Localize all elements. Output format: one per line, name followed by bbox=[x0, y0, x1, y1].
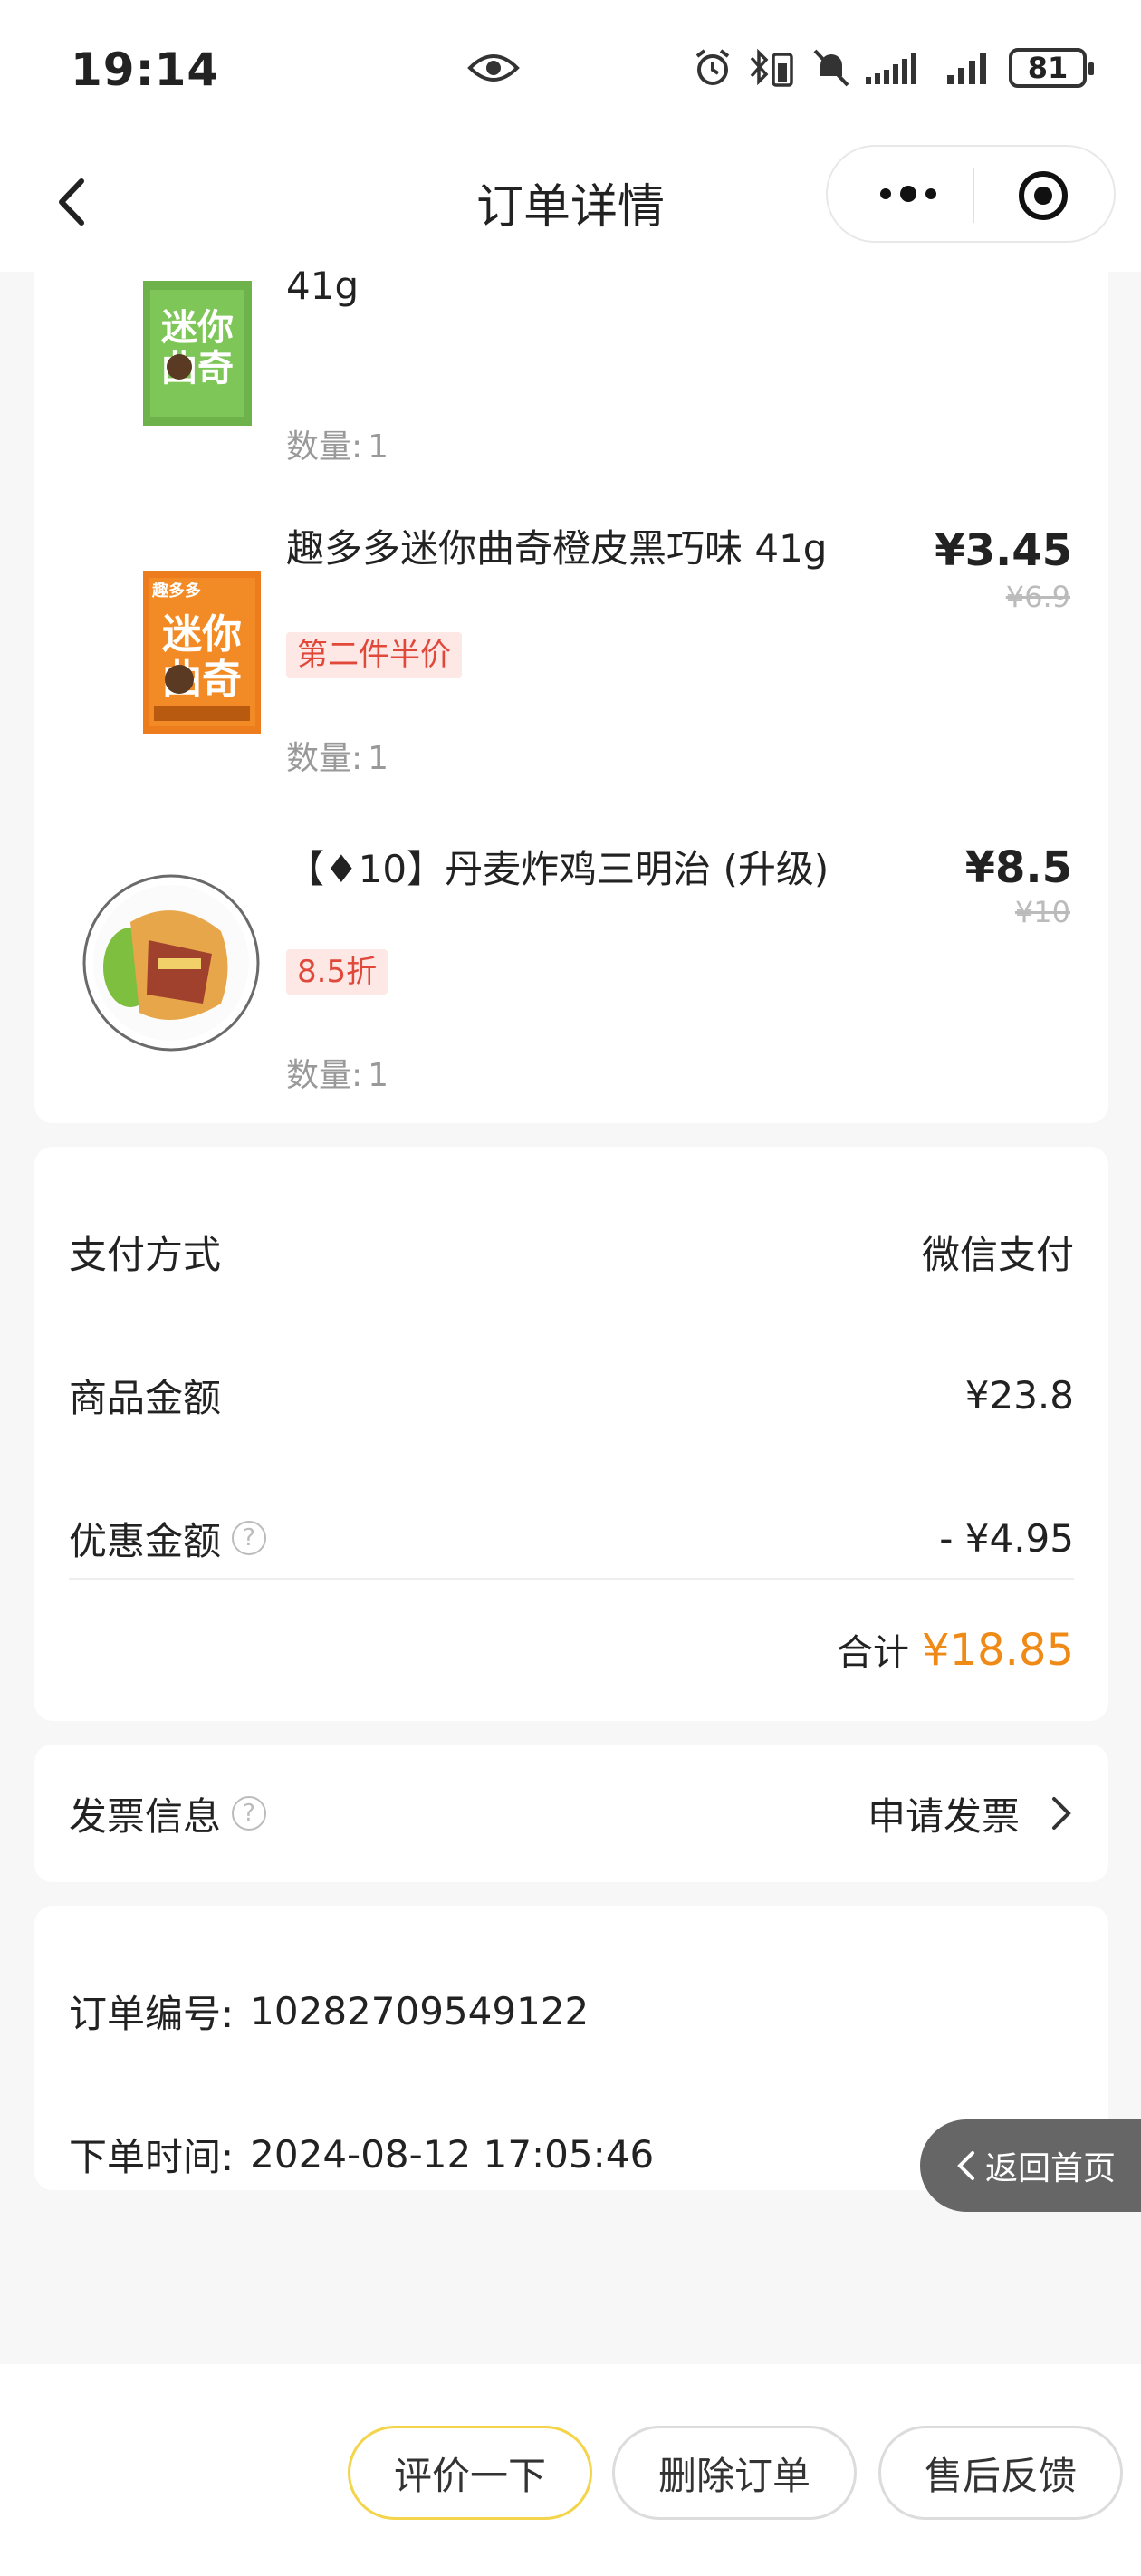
product-name: 趣多多迷你曲奇橙皮黑巧味 41g bbox=[286, 526, 828, 571]
discount-label: 优惠金额 bbox=[69, 1518, 222, 1563]
divider bbox=[69, 1578, 1074, 1580]
order-time-value: 2024-08-12 17:05:46 bbox=[250, 2131, 655, 2177]
goods-amount-row: 商品金额 ¥23.8 bbox=[69, 1359, 1074, 1431]
svg-text:迷你: 迷你 bbox=[162, 611, 242, 658]
payment-method-row: 支付方式 微信支付 bbox=[69, 1216, 1074, 1288]
products-card: 迷你 曲奇 41g 数量: 1 趣多多 迷你 曲奇 趣多多迷你曲奇橙皮黑巧味 41… bbox=[34, 264, 1108, 1123]
product-name: 【♦10】丹麦炸鸡三明治 (升级) bbox=[286, 847, 829, 891]
payment-method-label: 支付方式 bbox=[69, 1232, 222, 1277]
total-label: 合计 bbox=[837, 1632, 910, 1674]
chevron-right-icon bbox=[1052, 1797, 1071, 1830]
status-time: 19:14 bbox=[71, 43, 220, 96]
capsule-divider bbox=[973, 168, 974, 223]
order-time-label: 下单时间: bbox=[69, 2134, 235, 2179]
eye-icon bbox=[467, 54, 520, 82]
invoice-label: 发票信息 bbox=[69, 1793, 222, 1839]
product-qty: 数量: 1 bbox=[286, 740, 389, 777]
apply-invoice-link[interactable]: 申请发票 bbox=[868, 1786, 1020, 1841]
back-home-button[interactable]: 返回首页 bbox=[920, 2119, 1141, 2212]
more-dots-icon[interactable] bbox=[868, 174, 949, 214]
payment-method-value: 微信支付 bbox=[921, 1232, 1074, 1277]
list-item[interactable]: 迷你 曲奇 41g 数量: 1 bbox=[34, 217, 1108, 525]
status-icons: 81 bbox=[692, 47, 1094, 89]
product-price: ¥8.5 bbox=[964, 842, 1072, 893]
help-icon[interactable]: ? bbox=[232, 1796, 267, 1831]
goods-amount-value: ¥23.8 bbox=[964, 1372, 1074, 1418]
total-amount: ¥18.85 bbox=[922, 1625, 1074, 1676]
delete-order-button[interactable]: 删除订单 bbox=[612, 2426, 857, 2520]
status-bar: 19:14 81 bbox=[0, 0, 1141, 136]
order-number-label: 订单编号: bbox=[69, 1991, 235, 2036]
close-target-icon[interactable] bbox=[1016, 168, 1070, 223]
svg-text:趣多多: 趣多多 bbox=[151, 581, 201, 601]
invoice-row[interactable]: 发票信息 ? 申请发票 bbox=[69, 1777, 1074, 1850]
order-number-value[interactable]: 10282709549122 bbox=[250, 1989, 589, 2033]
promo-tag: 8.5折 bbox=[286, 949, 388, 995]
svg-text:迷你: 迷你 bbox=[161, 307, 234, 349]
original-price: ¥10 bbox=[1014, 895, 1070, 929]
after-sale-button[interactable]: 售后反馈 bbox=[878, 2426, 1123, 2520]
help-icon[interactable]: ? bbox=[232, 1521, 267, 1555]
invoice-card[interactable]: 发票信息 ? 申请发票 bbox=[34, 1745, 1108, 1882]
product-thumb bbox=[82, 874, 260, 1052]
list-item[interactable]: 趣多多 迷你 曲奇 趣多多迷你曲奇橙皮黑巧味 41g 第二件半价 ¥3.45 ¥… bbox=[34, 525, 1108, 833]
list-item[interactable]: 【♦10】丹麦炸鸡三明治 (升级) 8.5折 ¥8.5 ¥10 数量: 1 bbox=[34, 841, 1108, 1149]
product-name: 41g bbox=[286, 264, 360, 308]
battery-indicator: 81 bbox=[1009, 48, 1094, 88]
product-thumb: 迷你 曲奇 bbox=[143, 281, 252, 426]
discount-value: - ¥4.95 bbox=[939, 1515, 1074, 1561]
payment-card: 支付方式 微信支付 商品金额 ¥23.8 优惠金额 ? - ¥4.95 合计 ¥… bbox=[34, 1147, 1108, 1721]
product-price: ¥3.45 bbox=[935, 525, 1072, 576]
signal-icon bbox=[866, 53, 916, 84]
chevron-left-icon bbox=[957, 2151, 974, 2180]
original-price: ¥6.9 bbox=[1005, 580, 1070, 614]
alarm-icon bbox=[695, 49, 730, 85]
order-detail-page: { "status_bar": { "time": "19:14", "batt… bbox=[0, 0, 1141, 2576]
product-thumb: 趣多多 迷你 曲奇 bbox=[143, 571, 261, 734]
order-number-row: 订单编号: 10282709549122 bbox=[69, 1975, 1074, 2047]
total-row: 合计 ¥18.85 bbox=[837, 1623, 1074, 1676]
bluetooth-battery-icon bbox=[750, 48, 793, 87]
product-qty: 数量: 1 bbox=[286, 1057, 389, 1094]
mute-bell-icon bbox=[813, 49, 849, 87]
review-button[interactable]: 评价一下 bbox=[348, 2426, 592, 2520]
back-home-label: 返回首页 bbox=[985, 2150, 1117, 2187]
bottom-action-bar: 评价一下 删除订单 售后反馈 bbox=[0, 2364, 1141, 2576]
discount-row: 优惠金额 ? - ¥4.95 bbox=[69, 1502, 1074, 1574]
promo-tag: 第二件半价 bbox=[286, 632, 462, 678]
signal-icon-2 bbox=[947, 53, 986, 84]
product-qty: 数量: 1 bbox=[286, 428, 389, 466]
goods-amount-label: 商品金额 bbox=[69, 1375, 222, 1420]
